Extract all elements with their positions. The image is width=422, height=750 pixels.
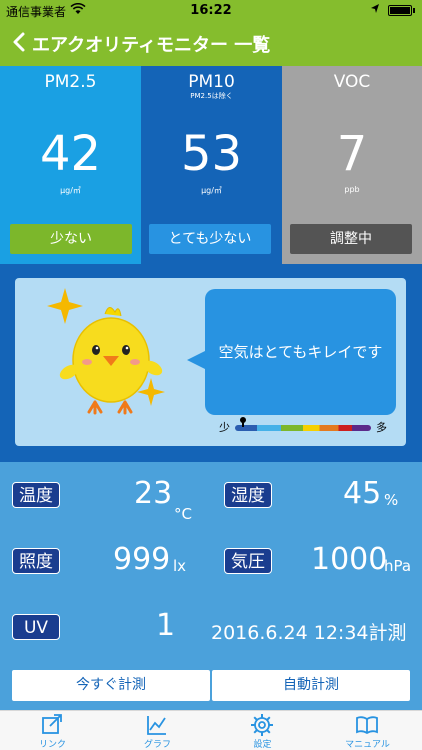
tab-bar: リンク グラフ 設定 マニュアル: [0, 710, 422, 750]
air-quality-message: 空気はとてもキレイです: [218, 343, 383, 361]
illuminance-unit: lx: [173, 557, 187, 575]
voc-column: VOC 7 ppb 調整中: [282, 66, 422, 264]
speech-bubble: 空気はとてもキレイです: [205, 289, 396, 415]
pm25-unit: μg/㎥: [60, 186, 81, 195]
measure-now-button[interactable]: 今すぐ計測: [12, 670, 210, 701]
measured-at: 2016.6.24 12:34計測: [211, 622, 407, 644]
pollution-scale: 少 多: [219, 417, 389, 435]
illuminance-value: 999: [113, 542, 171, 577]
graph-icon: [147, 716, 166, 735]
link-icon: [42, 714, 62, 734]
humidity-value: 45: [343, 476, 382, 511]
humidity-label: 湿度: [224, 482, 272, 508]
location-icon: [371, 4, 379, 13]
nav-bar: エアクオリティモニター 一覧: [0, 20, 422, 66]
pressure-unit: hPa: [384, 557, 412, 575]
tab-link-label: リンク: [38, 740, 66, 750]
air-quality-message-area: 空気はとてもキレイです 少 多: [0, 264, 422, 462]
temperature-unit: °C: [174, 505, 192, 523]
auto-measure-button[interactable]: 自動計測: [212, 670, 410, 701]
chick-mascot-icon: [47, 288, 165, 415]
uv-value: 1: [156, 608, 176, 643]
battery-tip: [413, 8, 415, 13]
tab-manual[interactable]: マニュアル: [315, 711, 420, 750]
gear-icon: [251, 714, 273, 736]
environment-panel: 温度 23 °C 湿度 45 % 照度 999 lx 気圧 1000 hPa U…: [0, 462, 422, 710]
pressure-value: 1000: [311, 542, 388, 577]
tab-manual-label: マニュアル: [345, 740, 390, 750]
readings-panel: PM2.5 42 μg/㎥ 少ない PM10 PM2.5は除く 53 μg/㎥ …: [0, 66, 422, 264]
speech-bubble-tail: [187, 350, 207, 370]
scale-gradient-bar: [235, 425, 371, 431]
voc-status-button[interactable]: 調整中: [290, 224, 412, 254]
uv-label: UV: [12, 614, 60, 640]
pm25-value: 42: [39, 126, 102, 182]
mascot-panel: 空気はとてもキレイです 少 多: [15, 278, 406, 446]
pm10-column: PM10 PM2.5は除く 53 μg/㎥ とても少ない: [141, 66, 282, 264]
pm10-sublabel: PM2.5は除く: [190, 92, 233, 100]
tab-graph-label: グラフ: [143, 740, 171, 750]
pm10-label: PM10: [188, 72, 235, 92]
illuminance-label: 照度: [12, 548, 60, 574]
tab-graph[interactable]: グラフ: [105, 711, 210, 750]
back-chevron-icon[interactable]: [8, 28, 32, 56]
scale-marker: [240, 417, 246, 427]
pm10-status-button[interactable]: とても少ない: [149, 224, 271, 254]
voc-value: 7: [336, 126, 368, 182]
tab-link[interactable]: リンク: [0, 711, 105, 750]
temperature-label: 温度: [12, 482, 60, 508]
pm25-label: PM2.5: [44, 72, 97, 92]
clock: 16:22: [190, 3, 232, 18]
status-bar: 通信事業者 16:22: [0, 0, 422, 20]
book-icon: [356, 716, 378, 735]
battery-icon: [388, 5, 412, 16]
voc-label: VOC: [333, 72, 371, 92]
page-title: エアクオリティモニター 一覧: [32, 35, 271, 56]
temperature-value: 23: [134, 476, 173, 511]
voc-unit: ppb: [344, 185, 360, 194]
pm10-value: 53: [180, 126, 243, 182]
pm25-status-button[interactable]: 少ない: [10, 224, 132, 254]
scale-low-label: 少: [219, 421, 230, 434]
pm25-column: PM2.5 42 μg/㎥ 少ない: [0, 66, 141, 264]
tab-settings[interactable]: 設定: [210, 711, 315, 750]
humidity-unit: %: [384, 491, 399, 509]
pm10-unit: μg/㎥: [201, 186, 222, 195]
tab-settings-label: 設定: [253, 740, 272, 750]
pressure-label: 気圧: [224, 548, 272, 574]
scale-high-label: 多: [376, 421, 387, 434]
